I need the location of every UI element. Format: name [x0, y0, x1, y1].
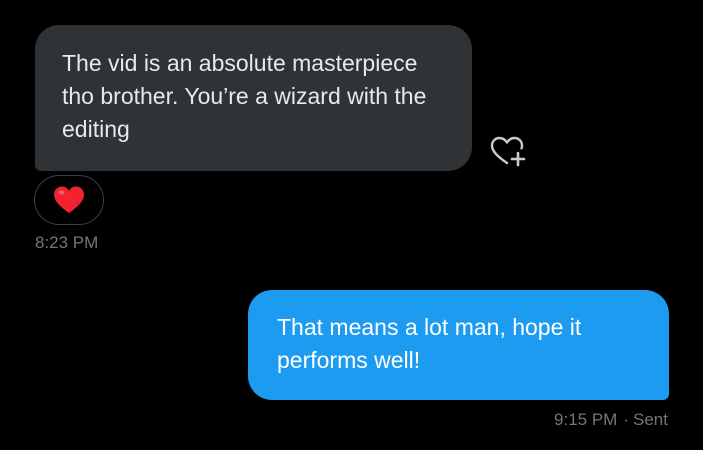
sent-status: Sent — [633, 410, 668, 429]
received-message-bubble[interactable]: The vid is an absolute masterpiece tho b… — [35, 25, 472, 171]
heart-plus-icon — [490, 136, 526, 167]
sent-message-text: That means a lot man, hope it performs w… — [277, 314, 582, 373]
sent-message-bubble[interactable]: That means a lot man, hope it performs w… — [248, 290, 669, 400]
received-message-text: The vid is an absolute masterpiece tho b… — [62, 50, 427, 142]
received-timestamp: 8:23 PM — [35, 233, 99, 252]
sent-message-meta: 9:15 PM · Sent — [554, 409, 668, 431]
meta-separator: · — [623, 410, 630, 429]
sent-timestamp: 9:15 PM — [554, 410, 618, 429]
reaction-badge[interactable] — [34, 175, 104, 225]
add-reaction-button[interactable] — [488, 133, 528, 169]
red-heart-reaction-icon — [54, 186, 84, 213]
